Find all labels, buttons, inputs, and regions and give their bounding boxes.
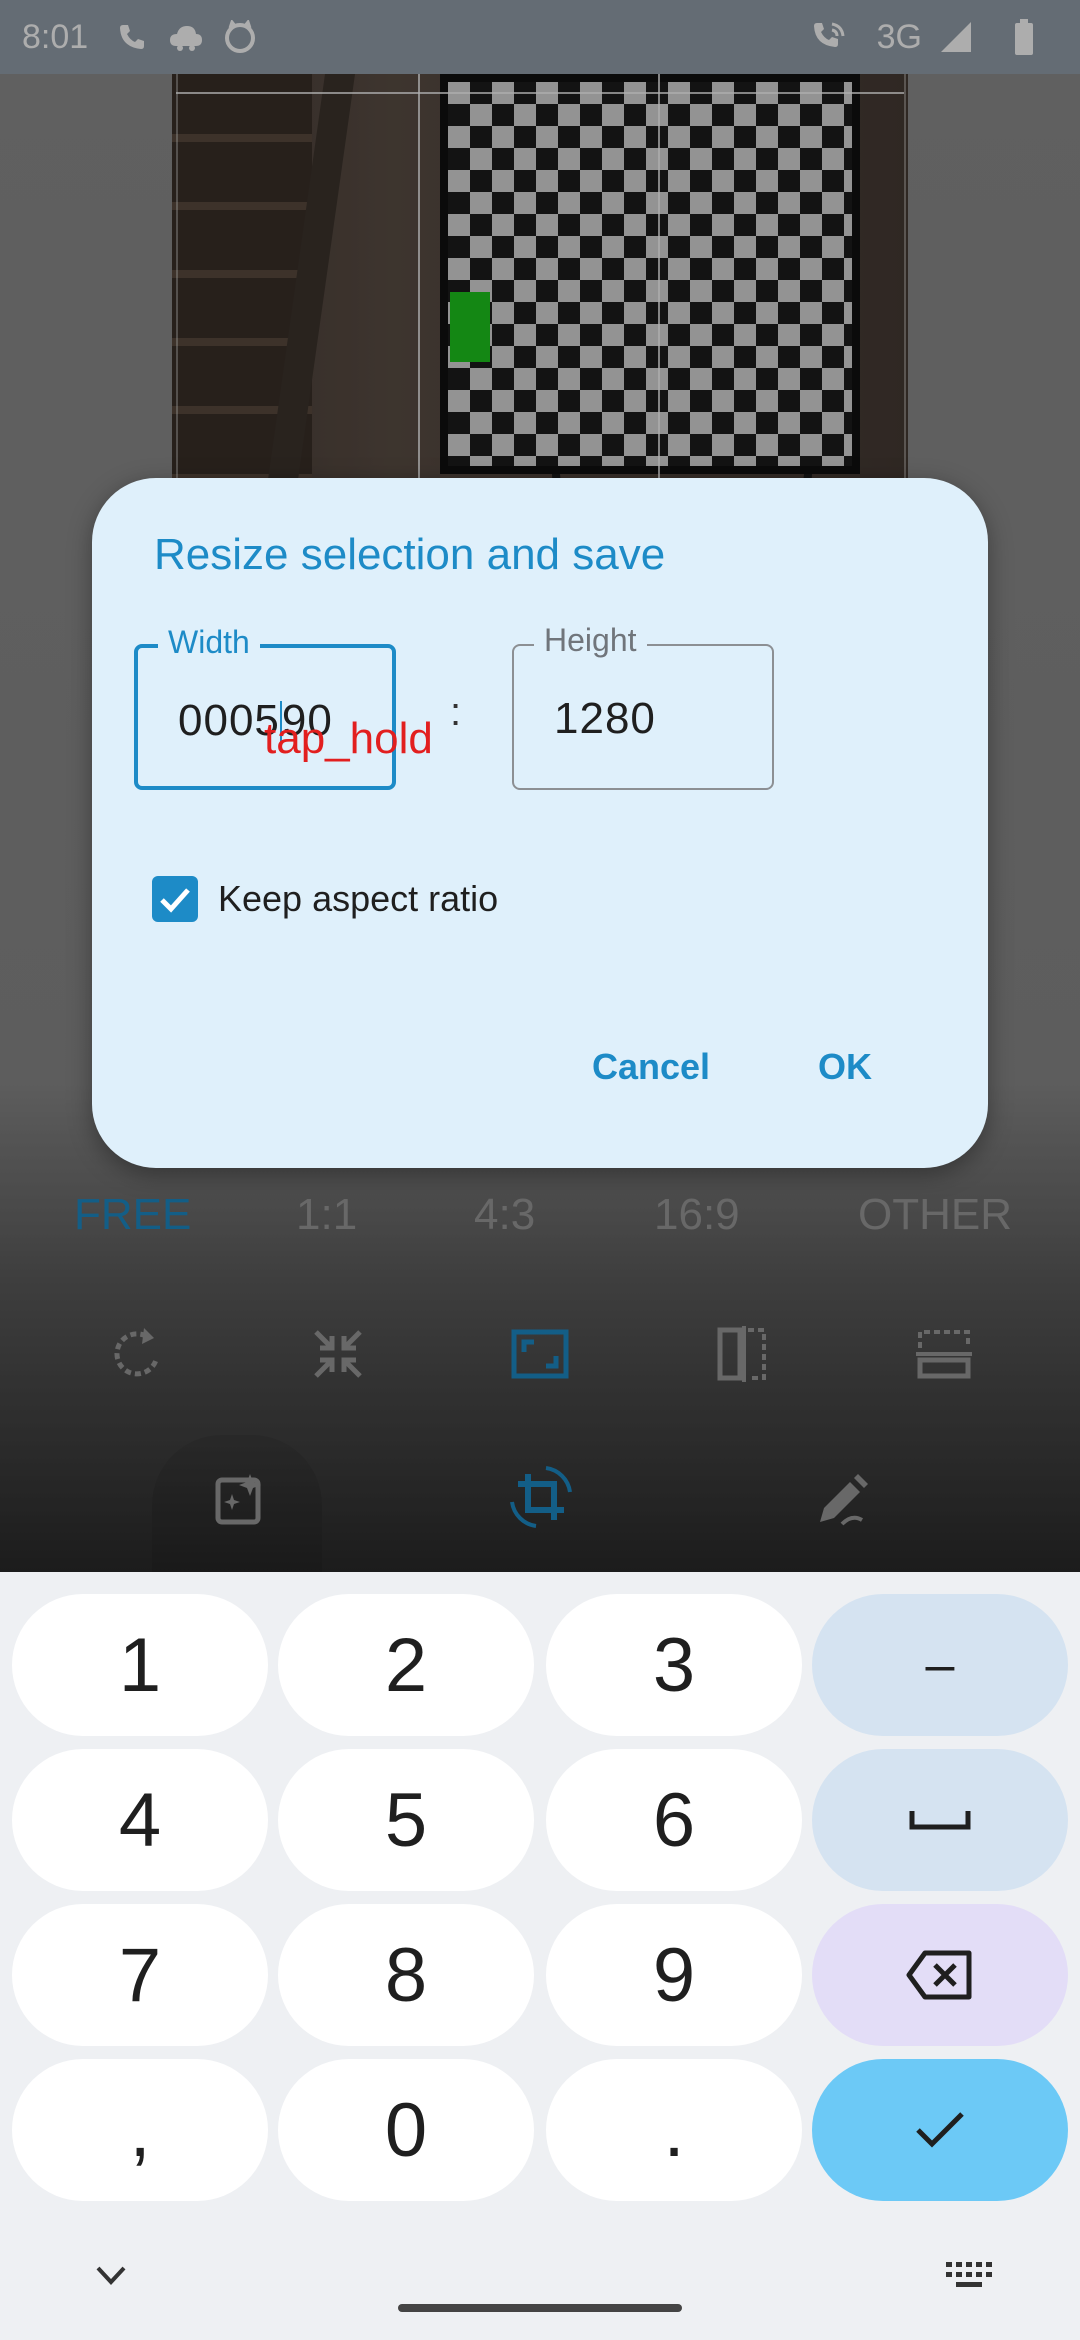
keep-aspect-checkbox[interactable] [152,876,198,922]
dimension-separator: : [450,690,462,734]
key-enter[interactable] [812,2059,1068,2201]
key-7[interactable]: 7 [12,1904,268,2046]
keyboard-switch-icon[interactable] [944,2256,994,2296]
key-4[interactable]: 4 [12,1749,268,1891]
resize-dialog: Resize selection and save Width 000590 :… [92,478,988,1168]
key-comma[interactable]: , [12,2059,268,2201]
key-9[interactable]: 9 [546,1904,802,2046]
ok-button[interactable]: OK [818,1046,872,1088]
checkmark-icon [916,2112,964,2148]
key-8[interactable]: 8 [278,1904,534,2046]
width-label: Width [158,624,260,661]
dialog-title: Resize selection and save [154,530,666,579]
key-period[interactable]: . [546,2059,802,2201]
space-bar-icon [909,1811,971,1830]
key-1[interactable]: 1 [12,1594,268,1736]
tap-hold-annotation: tap_hold [264,714,433,763]
check-icon [160,888,190,913]
key-3[interactable]: 3 [546,1594,802,1736]
key-5[interactable]: 5 [278,1749,534,1891]
height-field[interactable]: Height 1280 [512,622,774,790]
backspace-icon [906,1950,972,2000]
numeric-keyboard: 1 2 3 – 4 5 6 7 8 9 , 0 . [0,1572,1080,2340]
key-6[interactable]: 6 [546,1749,802,1891]
key-space[interactable] [812,1749,1068,1891]
keep-aspect-label[interactable]: Keep aspect ratio [218,878,498,920]
height-input[interactable]: 1280 [554,694,656,744]
cancel-button[interactable]: Cancel [592,1046,710,1088]
key-2[interactable]: 2 [278,1594,534,1736]
hide-keyboard-icon[interactable] [86,2256,136,2296]
key-0[interactable]: 0 [278,2059,534,2201]
key-backspace[interactable] [812,1904,1068,2046]
key-minus[interactable]: – [812,1594,1068,1736]
gesture-nav-handle[interactable] [398,2304,682,2312]
height-label: Height [534,622,647,659]
